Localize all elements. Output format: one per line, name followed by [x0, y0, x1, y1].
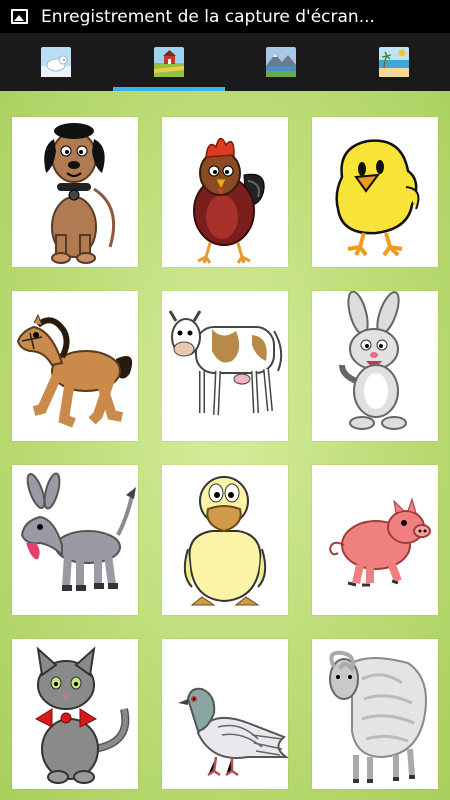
- rooster-picture: [193, 137, 265, 264]
- mountain-lake-scene-icon: [266, 47, 297, 77]
- farm-barn-scene-icon: [153, 47, 184, 77]
- tab-mountain[interactable]: [225, 33, 338, 91]
- image-icon: [11, 9, 28, 24]
- tab-bar: [0, 33, 450, 91]
- tab-beach[interactable]: [338, 33, 450, 91]
- animal-tile-horse[interactable]: [12, 291, 138, 441]
- animal-tile-cat[interactable]: [12, 639, 138, 789]
- pigeon-picture: [178, 687, 288, 777]
- cat-picture: [34, 646, 130, 784]
- tab-polar[interactable]: [0, 33, 113, 91]
- animal-tile-rabbit[interactable]: [312, 291, 438, 441]
- animal-tile-sheep[interactable]: [312, 639, 438, 789]
- beach-scene-icon: [378, 47, 409, 77]
- polar-bear-scene-icon: [41, 47, 72, 77]
- cow-picture: [168, 310, 283, 416]
- animal-tile-rooster[interactable]: [162, 117, 288, 267]
- donkey-picture: [20, 472, 136, 591]
- dog-picture: [44, 123, 116, 264]
- horse-picture: [16, 313, 133, 428]
- status-title: Enregistrement de la capture d'écran...: [41, 6, 375, 27]
- rabbit-picture: [339, 291, 407, 430]
- animal-tile-pig[interactable]: [312, 465, 438, 615]
- animal-tile-cow[interactable]: [162, 291, 288, 441]
- sheep-picture: [329, 650, 427, 783]
- animal-tile-dog[interactable]: [12, 117, 138, 267]
- pig-picture: [328, 497, 431, 587]
- animal-tile-duck[interactable]: [162, 465, 288, 615]
- status-bar: Enregistrement de la capture d'écran...: [0, 0, 450, 33]
- animal-tile-chick[interactable]: [312, 117, 438, 267]
- tab-farm[interactable]: [112, 33, 226, 91]
- animal-grid: [0, 91, 450, 800]
- chick-picture: [335, 139, 420, 257]
- animal-tile-donkey[interactable]: [12, 465, 138, 615]
- duck-picture: [183, 476, 267, 606]
- animal-tile-pigeon[interactable]: [162, 639, 288, 789]
